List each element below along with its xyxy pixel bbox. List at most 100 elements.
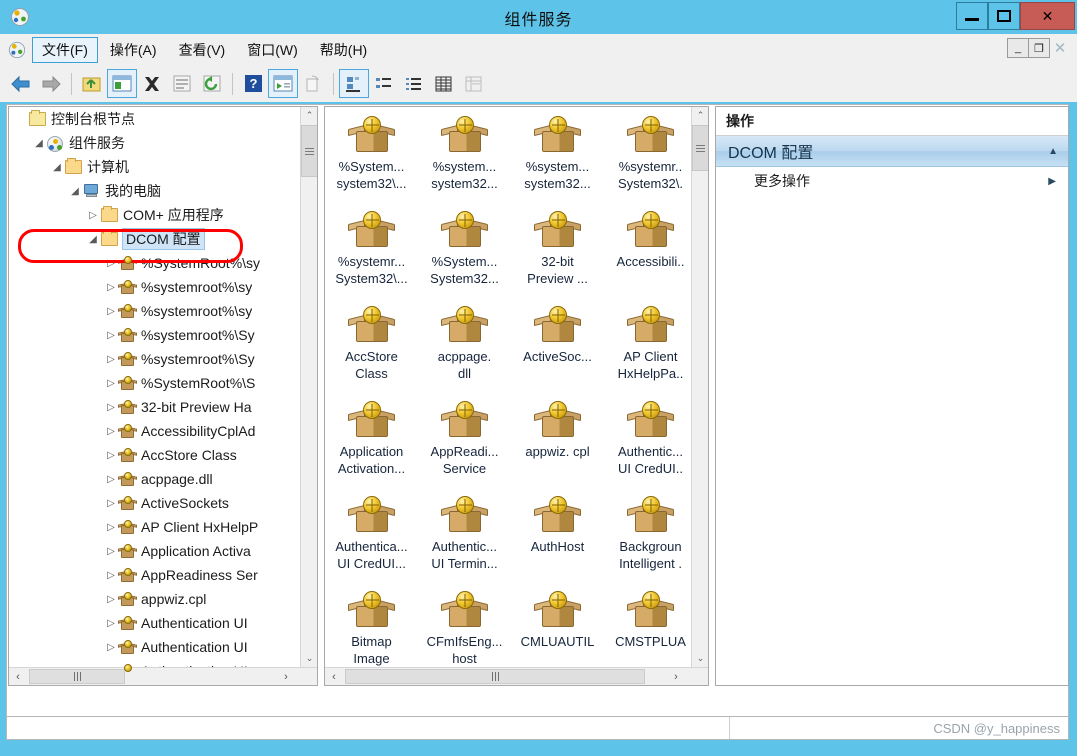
- tree-node[interactable]: ▷ appwiz.cpl: [9, 587, 301, 611]
- dcom-object-item[interactable]: AuthHost: [511, 491, 604, 586]
- tree-expander-icon[interactable]: ▷: [103, 354, 119, 365]
- grid-scroll-thumb[interactable]: [692, 125, 708, 171]
- minimize-button[interactable]: [956, 2, 988, 30]
- tree-expander-icon[interactable]: ▷: [103, 330, 119, 341]
- tree-node[interactable]: ▷ 32-bit Preview Ha: [9, 395, 301, 419]
- menu-file[interactable]: 文件(F): [32, 37, 98, 63]
- grid-vertical-scrollbar[interactable]: ⌃ ⌄: [691, 107, 708, 667]
- dcom-object-item[interactable]: %systemr.. System32\.: [604, 111, 691, 206]
- tree-scroll-down-button[interactable]: ⌄: [301, 650, 317, 667]
- dcom-object-item[interactable]: %systemr... System32\...: [325, 206, 418, 301]
- mdi-restore-button[interactable]: ❐: [1028, 38, 1050, 58]
- dcom-object-list[interactable]: %System... system32\... %system... system32…: [325, 111, 691, 667]
- tree-node[interactable]: 控制台根节点: [9, 107, 301, 131]
- small-icons-view-button[interactable]: [369, 69, 399, 98]
- actions-item-more-actions[interactable]: 更多操作 ▶: [716, 167, 1068, 195]
- tree-expander-icon[interactable]: ◢: [67, 186, 83, 197]
- tree-node[interactable]: ▷ %systemroot%\Sy: [9, 323, 301, 347]
- dcom-object-item[interactable]: CMSTPLUA: [604, 586, 691, 667]
- tree-expander-icon[interactable]: ▷: [103, 642, 119, 653]
- mdi-minimize-button[interactable]: _: [1007, 38, 1029, 58]
- tree-expander-icon[interactable]: ◢: [49, 162, 65, 173]
- tree-node[interactable]: ◢ 计算机: [9, 155, 301, 179]
- tree-expander-icon[interactable]: ▷: [103, 522, 119, 533]
- tree-expander-icon[interactable]: ◢: [85, 234, 101, 245]
- tree-node[interactable]: ▷ Authentication UI: [9, 635, 301, 659]
- tree-expander-icon[interactable]: ▷: [103, 546, 119, 557]
- grid-horizontal-scrollbar[interactable]: ‹ ›: [325, 667, 708, 685]
- grid-scroll-up-button[interactable]: ⌃: [692, 107, 708, 124]
- tree-hscroll-thumb[interactable]: [29, 669, 125, 684]
- tree-expander-icon[interactable]: ▷: [103, 450, 119, 461]
- tree-horizontal-scrollbar[interactable]: ‹ ›: [9, 667, 317, 685]
- dcom-object-item[interactable]: %system... system32...: [418, 111, 511, 206]
- tree-expander-icon[interactable]: ▷: [103, 474, 119, 485]
- mdi-close-button[interactable]: ✕: [1049, 38, 1071, 58]
- maximize-button[interactable]: [988, 2, 1020, 30]
- tree-expander-icon[interactable]: ▷: [103, 258, 119, 269]
- tree-scroll-up-button[interactable]: ⌃: [301, 107, 317, 124]
- tree-scroll-left-button[interactable]: ‹: [9, 668, 27, 685]
- tree-node[interactable]: ▷ AppReadiness Ser: [9, 563, 301, 587]
- tree-node[interactable]: ▷ %systemroot%\Sy: [9, 347, 301, 371]
- large-icons-view-button[interactable]: [339, 69, 369, 98]
- dcom-object-item[interactable]: appwiz. cpl: [511, 396, 604, 491]
- menu-action[interactable]: 操作(A): [100, 37, 167, 63]
- dcom-object-item[interactable]: Application Activation...: [325, 396, 418, 491]
- tree-expander-icon[interactable]: ▷: [85, 210, 101, 221]
- grid-scroll-right-button[interactable]: ›: [667, 668, 685, 685]
- dcom-object-item[interactable]: CFmIfsEng... host: [418, 586, 511, 667]
- tree-expander-icon[interactable]: ▷: [103, 618, 119, 629]
- tree-node[interactable]: ▷ %SystemRoot%\S: [9, 371, 301, 395]
- chevron-up-icon[interactable]: ▲: [1048, 146, 1058, 157]
- tree-node[interactable]: ◢ 组件服务: [9, 131, 301, 155]
- dcom-object-item[interactable]: %System... System32...: [418, 206, 511, 301]
- dcom-object-item[interactable]: Backgroun Intelligent .: [604, 491, 691, 586]
- dcom-object-item[interactable]: Authentic... UI CredUI..: [604, 396, 691, 491]
- dcom-object-item[interactable]: Accessibili..: [604, 206, 691, 301]
- dcom-object-item[interactable]: AppReadi... Service: [418, 396, 511, 491]
- back-button[interactable]: [6, 69, 36, 98]
- properties-button[interactable]: [167, 69, 197, 98]
- show-hide-console-tree-button[interactable]: [107, 69, 137, 98]
- tree-expander-icon[interactable]: ▷: [103, 594, 119, 605]
- tree-expander-icon[interactable]: ▷: [103, 282, 119, 293]
- tree-node[interactable]: ▷ COM+ 应用程序: [9, 203, 301, 227]
- menu-help[interactable]: 帮助(H): [310, 37, 377, 63]
- help-button[interactable]: ?: [238, 69, 268, 98]
- tree-expander-icon[interactable]: ◢: [31, 138, 47, 149]
- dcom-object-item[interactable]: Authentic... UI Termin...: [418, 491, 511, 586]
- tree-expander-icon[interactable]: ▷: [103, 426, 119, 437]
- console-tree[interactable]: 控制台根节点 ◢ 组件服务 ◢ 计算机 ◢ 我的电脑 ▷ COM+ 应用程序 ◢ DCOM 配置 ▷%…: [9, 107, 301, 685]
- dcom-object-item[interactable]: AP Client HxHelpPa..: [604, 301, 691, 396]
- tree-scroll-thumb[interactable]: [301, 125, 317, 177]
- tree-node[interactable]: ▷ AP Client HxHelpP: [9, 515, 301, 539]
- dcom-object-item[interactable]: ActiveSoc...: [511, 301, 604, 396]
- report-view-button[interactable]: [459, 69, 489, 98]
- tree-node[interactable]: ▷ %systemroot%\sy: [9, 275, 301, 299]
- forward-button[interactable]: [36, 69, 66, 98]
- up-one-level-button[interactable]: [77, 69, 107, 98]
- tree-expander-icon[interactable]: ▷: [103, 306, 119, 317]
- tree-node[interactable]: ▷ AccessibilityCplAd: [9, 419, 301, 443]
- list-view-button[interactable]: [399, 69, 429, 98]
- tree-node[interactable]: ▷ AccStore Class: [9, 443, 301, 467]
- tree-node[interactable]: ▷ acppage.dll: [9, 467, 301, 491]
- tree-node[interactable]: ▷ %SystemRoot%\sy: [9, 251, 301, 275]
- close-button[interactable]: ✕: [1020, 2, 1075, 30]
- tree-node-selected[interactable]: ◢ DCOM 配置: [9, 227, 301, 251]
- dcom-object-item[interactable]: acppage. dll: [418, 301, 511, 396]
- dcom-object-item[interactable]: 32-bit Preview ...: [511, 206, 604, 301]
- delete-button[interactable]: [137, 69, 167, 98]
- refresh-button[interactable]: [197, 69, 227, 98]
- tree-expander-icon[interactable]: ▷: [103, 498, 119, 509]
- tree-node[interactable]: ▷ Application Activa: [9, 539, 301, 563]
- tree-node[interactable]: ◢ 我的电脑: [9, 179, 301, 203]
- tree-vertical-scrollbar[interactable]: ⌃ ⌄: [300, 107, 317, 667]
- dcom-object-item[interactable]: CMLUAUTIL: [511, 586, 604, 667]
- grid-hscroll-thumb[interactable]: [345, 669, 645, 684]
- grid-scroll-left-button[interactable]: ‹: [325, 668, 343, 685]
- tree-expander-icon[interactable]: ▷: [103, 378, 119, 389]
- tree-node[interactable]: ▷ %systemroot%\sy: [9, 299, 301, 323]
- actions-section-dcom-config[interactable]: DCOM 配置 ▲: [716, 136, 1068, 167]
